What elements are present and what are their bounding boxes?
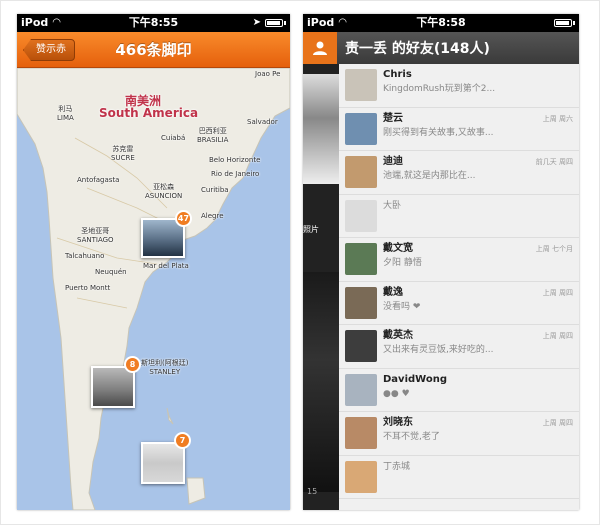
friends-list-screen: iPod ◠ 下午8:58 责一丢 的好友(148人) 照片 15 Chris …: [303, 14, 579, 510]
status-bar: iPod ◠ 下午8:55 ➤: [17, 14, 290, 32]
friend-name: Chris: [383, 69, 412, 80]
clock: 下午8:58: [416, 16, 466, 29]
friend-message: 没看吗 ❤︎: [383, 301, 421, 312]
avatar: [345, 112, 377, 145]
friends-list: Chris KingdomRush玩到第个2... 楚云 刚买得到有关故事,又故…: [339, 64, 579, 510]
friend-time: 上周 周六: [542, 114, 573, 123]
avatar: [345, 460, 377, 493]
avatar: [345, 330, 377, 362]
place-label: Antofagasta: [77, 176, 120, 184]
friend-message: 不耳不觉,老了: [383, 432, 440, 442]
place-label: 亚松森 ASUNCION: [145, 183, 183, 200]
page-title: 466条脚印: [115, 41, 192, 59]
place-label: Cuiabá: [161, 134, 186, 142]
friend-row[interactable]: Chris KingdomRush玩到第个2...: [339, 64, 579, 108]
friend-row[interactable]: 戴逸 没看吗 ❤︎ 上周 周四: [339, 282, 579, 325]
continent-label-en: South America: [99, 106, 199, 120]
back-button[interactable]: 赞示赤: [23, 39, 75, 61]
avatar: [345, 156, 377, 188]
friend-time: 上周 周四: [542, 332, 573, 340]
avatar: [345, 373, 377, 406]
place-label: Belo Horizonte: [209, 156, 261, 164]
friend-name: DavidWong: [383, 373, 447, 385]
friend-row[interactable]: 刘晓东 不耳不觉,老了 上周 周四: [339, 412, 579, 456]
friend-message: 刚买得到有关故事,又故事...: [383, 127, 494, 138]
nav-bar: 赞示赤 466条脚印: [17, 32, 290, 68]
friend-message: 大卧: [383, 200, 402, 211]
place-label: 斯坦利(阿根廷) STANLEY: [141, 359, 189, 376]
place-label: Rio de Janeiro: [211, 170, 260, 178]
avatar: [345, 69, 377, 101]
place-label: Mar del Plata: [143, 262, 189, 270]
footprint-map-screen: iPod ◠ 下午8:55 ➤ 赞示赤 466条脚印 南美洲 South Ame…: [17, 14, 290, 510]
place-label: Talcahuano: [65, 252, 105, 260]
page-title: 责一丢 的好友(148人): [345, 41, 490, 57]
friend-row[interactable]: 楚云 刚买得到有关故事,又故事... 上周 周六: [339, 108, 579, 151]
place-label: Joao Pe: [255, 70, 281, 78]
place-label: 巴西利亚 BRASILIA: [197, 127, 229, 144]
strip-label: 照片: [303, 225, 319, 234]
friend-time: 上周 周四: [542, 419, 573, 427]
place-label: Alegre: [201, 212, 224, 220]
friend-message: KingdomRush玩到第个2...: [383, 84, 496, 94]
clock: 下午8:55: [128, 16, 179, 29]
battery-icon: [554, 19, 572, 27]
place-label: Neuquén: [95, 268, 127, 276]
friend-time: 上周 周四: [542, 288, 573, 297]
friend-row[interactable]: DavidWong ●● ♥: [339, 369, 579, 412]
pin-count-badge: 47: [175, 210, 192, 227]
status-bar: iPod ◠ 下午8:58: [303, 14, 579, 32]
strip-count: 15: [307, 487, 318, 496]
friend-row[interactable]: 戴文宽 夕阳 静悟 上周 七个月: [339, 238, 579, 282]
friend-row[interactable]: 大卧: [339, 195, 579, 238]
friend-message: 又出来有灵豆饭,来好吃的...: [383, 345, 494, 355]
friend-row[interactable]: 迪迪 池端,就这是内那比在... 前几天 周四: [339, 151, 579, 195]
friend-row[interactable]: 戴英杰 又出来有灵豆饭,来好吃的... 上周 周四: [339, 325, 579, 369]
place-label: 利马 LIMA: [57, 105, 74, 122]
place-label: 苏克雷 SUCRE: [111, 145, 135, 162]
friend-row[interactable]: 丁赤城: [339, 456, 579, 499]
friend-message: 池端,就这是内那比在...: [383, 171, 476, 181]
place-label: Puerto Montt: [65, 284, 111, 292]
friend-message: ●● ♥: [383, 388, 410, 399]
avatar: [345, 199, 377, 232]
place-label: Curitiba: [201, 186, 229, 194]
side-photo-strip[interactable]: 照片 15: [303, 64, 339, 510]
pin-count-badge: 8: [124, 356, 141, 373]
avatar: [345, 417, 377, 449]
friend-time: 上周 七个月: [535, 245, 573, 253]
avatar: [345, 286, 377, 319]
friend-message: 丁赤城: [383, 461, 411, 472]
nav-bar: 责一丢 的好友(148人): [303, 32, 579, 64]
friend-time: 前几天 周四: [535, 158, 573, 166]
place-label: 圣地亚哥 SANTIAGO: [77, 227, 114, 244]
pin-count-badge: 7: [174, 432, 191, 449]
friend-message: 夕阳 静悟: [383, 258, 422, 268]
map-view[interactable]: 南美洲 South America Joao Pe 利马 LIMA 苏克雷 SUCR…: [17, 68, 290, 510]
avatar: [345, 243, 377, 275]
user-menu-button[interactable]: [303, 32, 337, 64]
place-label: Salvador: [247, 118, 278, 126]
battery-icon: [265, 19, 283, 27]
user-icon: [313, 41, 327, 55]
